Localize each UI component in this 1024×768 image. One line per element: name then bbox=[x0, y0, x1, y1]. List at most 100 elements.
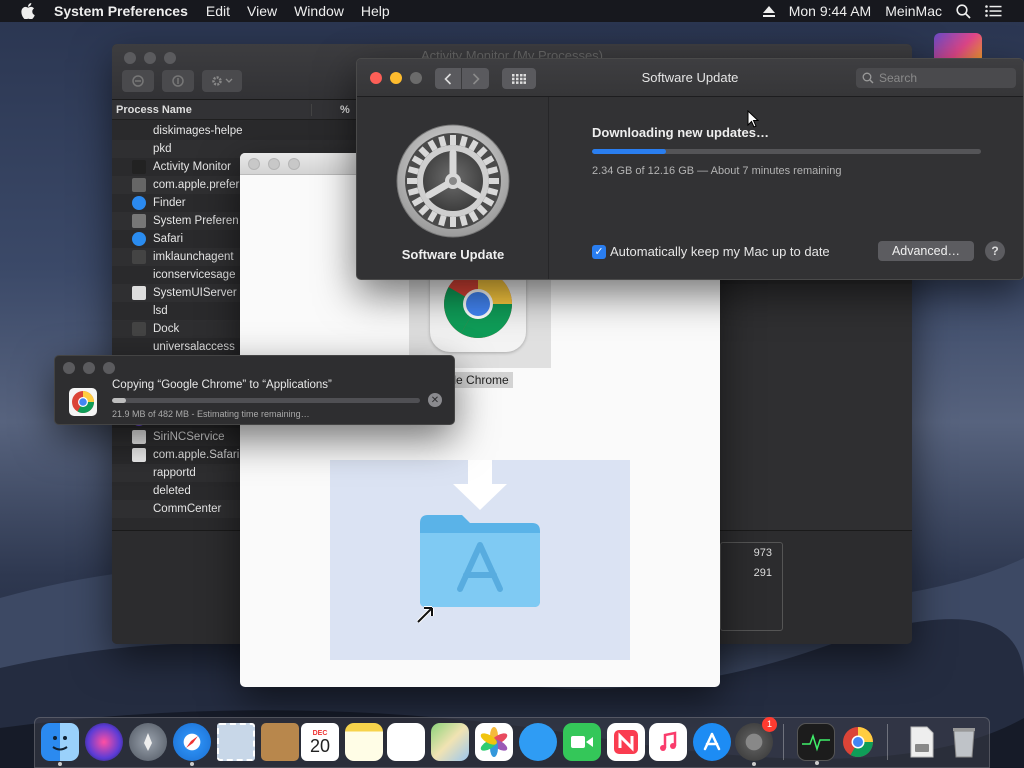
launchpad-rocket-icon[interactable] bbox=[129, 723, 167, 761]
process-app-icon bbox=[132, 268, 146, 282]
software-update-toolbar: Software Update bbox=[357, 59, 1023, 97]
menu-user[interactable]: MeinMac bbox=[885, 3, 942, 19]
maps-icon[interactable] bbox=[431, 723, 469, 761]
eject-icon[interactable] bbox=[762, 5, 775, 17]
update-status: Downloading new updates… bbox=[592, 125, 769, 140]
reminders-icon[interactable] bbox=[387, 723, 425, 761]
copy-progress-fill bbox=[112, 398, 126, 403]
process-name: com.apple.Safari bbox=[153, 449, 240, 461]
process-app-icon bbox=[132, 484, 146, 498]
dock-separator bbox=[887, 724, 888, 760]
chrome-icon bbox=[69, 388, 97, 416]
menu-app-name[interactable]: System Preferences bbox=[54, 3, 188, 19]
process-app-icon bbox=[132, 214, 146, 228]
process-name: iconservicesage bbox=[153, 269, 236, 281]
process-name: Safari bbox=[153, 233, 184, 245]
music-note-icon[interactable] bbox=[649, 723, 687, 761]
gear-menu-icon[interactable] bbox=[202, 70, 242, 92]
pane-label: Software Update bbox=[401, 247, 505, 262]
software-update-gear-icon bbox=[395, 123, 511, 242]
auto-update-label[interactable]: Automatically keep my Mac up to date bbox=[610, 244, 830, 259]
safari-compass-icon[interactable] bbox=[173, 723, 211, 766]
process-name: SystemUIServer bbox=[153, 287, 237, 299]
notes-icon[interactable] bbox=[345, 723, 383, 761]
running-indicator bbox=[190, 762, 194, 766]
checkmark-icon[interactable]: ✓ bbox=[592, 244, 606, 259]
process-app-icon bbox=[132, 124, 146, 138]
photos-icon[interactable] bbox=[475, 723, 513, 761]
process-app-icon bbox=[132, 430, 146, 444]
inspect-button[interactable] bbox=[162, 70, 194, 92]
copy-progress-text: 21.9 MB of 482 MB - Estimating time rema… bbox=[112, 409, 310, 419]
spotlight-search-icon[interactable] bbox=[956, 3, 971, 19]
messages-bubble-icon[interactable] bbox=[519, 723, 557, 761]
news-icon[interactable] bbox=[607, 723, 645, 761]
advanced-button[interactable]: Advanced… bbox=[878, 241, 974, 261]
memory-stats-box: 973 291 bbox=[720, 542, 783, 631]
app-store-icon[interactable] bbox=[693, 723, 731, 761]
search-field[interactable] bbox=[856, 68, 1016, 88]
process-name: SiriNCService bbox=[153, 431, 225, 443]
notification-center-icon[interactable] bbox=[985, 5, 1002, 17]
column-process-name[interactable]: Process Name bbox=[112, 103, 312, 116]
chrome-icon[interactable] bbox=[839, 723, 877, 761]
notification-badge: 1 bbox=[762, 717, 777, 732]
contacts-book-icon[interactable] bbox=[261, 723, 299, 761]
process-app-icon bbox=[132, 448, 146, 462]
process-name: universalaccess bbox=[153, 341, 235, 353]
process-name: deleted bbox=[153, 485, 191, 497]
trash-icon[interactable] bbox=[945, 723, 983, 761]
running-indicator bbox=[815, 761, 819, 765]
process-name: CommCenter bbox=[153, 503, 222, 515]
menu-edit[interactable]: Edit bbox=[206, 3, 230, 19]
stat-value: 291 bbox=[753, 567, 772, 579]
running-indicator bbox=[58, 762, 62, 766]
minimize-button[interactable] bbox=[83, 362, 95, 374]
process-list-right-columns bbox=[720, 284, 912, 536]
activity-monitor-icon[interactable] bbox=[797, 723, 835, 765]
applications-folder-icon[interactable] bbox=[418, 511, 542, 614]
close-button[interactable] bbox=[63, 362, 75, 374]
menu-view[interactable]: View bbox=[247, 3, 277, 19]
auto-update-checkbox[interactable]: ✓ Automatically keep my Mac up to date bbox=[592, 244, 830, 259]
process-app-icon bbox=[132, 466, 146, 480]
zoom-button[interactable] bbox=[288, 158, 300, 170]
process-app-icon bbox=[132, 502, 146, 516]
menu-window[interactable]: Window bbox=[294, 3, 344, 19]
process-name: Dock bbox=[153, 323, 180, 335]
help-button[interactable]: ? bbox=[985, 241, 1005, 261]
menu-clock[interactable]: Mon 9:44 AM bbox=[789, 3, 872, 19]
process-app-icon bbox=[132, 304, 146, 318]
close-button[interactable] bbox=[248, 158, 260, 170]
process-name: diskimages-helper bbox=[153, 125, 243, 137]
system-preferences-gear-icon[interactable]: 1 bbox=[735, 717, 777, 766]
software-update-sidebar: Software Update bbox=[357, 97, 549, 279]
cancel-copy-button[interactable]: ✕ bbox=[428, 393, 442, 407]
finder-icon[interactable] bbox=[41, 723, 79, 766]
process-app-icon bbox=[132, 232, 146, 246]
process-app-icon bbox=[132, 178, 146, 192]
alias-drag-cursor-icon bbox=[416, 602, 436, 627]
software-update-window: Software Update Search Software Update D… bbox=[356, 58, 1024, 280]
process-app-icon bbox=[132, 142, 146, 156]
menu-help[interactable]: Help bbox=[361, 3, 390, 19]
process-name: System Preferen bbox=[153, 215, 239, 227]
zoom-button[interactable] bbox=[103, 362, 115, 374]
process-name: com.apple.prefer bbox=[153, 179, 240, 191]
minimize-button[interactable] bbox=[268, 158, 280, 170]
calendar-icon[interactable]: DEC 20 bbox=[301, 723, 339, 761]
mail-stamp-icon[interactable] bbox=[217, 723, 255, 761]
search-input[interactable] bbox=[879, 71, 1009, 85]
stop-process-button[interactable] bbox=[122, 70, 154, 92]
running-indicator bbox=[752, 762, 756, 766]
download-progress-text: 2.34 GB of 12.16 GB — About 7 minutes re… bbox=[592, 165, 842, 177]
column-cpu-percent[interactable]: % bbox=[312, 104, 350, 116]
process-name: lsd bbox=[153, 305, 168, 317]
dock-separator bbox=[783, 724, 784, 760]
stat-value: 973 bbox=[753, 547, 772, 559]
facetime-icon[interactable] bbox=[563, 723, 601, 761]
disk-image-file-icon[interactable] bbox=[903, 723, 941, 761]
apple-menu-icon[interactable] bbox=[18, 0, 38, 22]
process-name: Activity Monitor bbox=[153, 161, 231, 173]
siri-icon[interactable] bbox=[85, 723, 123, 761]
